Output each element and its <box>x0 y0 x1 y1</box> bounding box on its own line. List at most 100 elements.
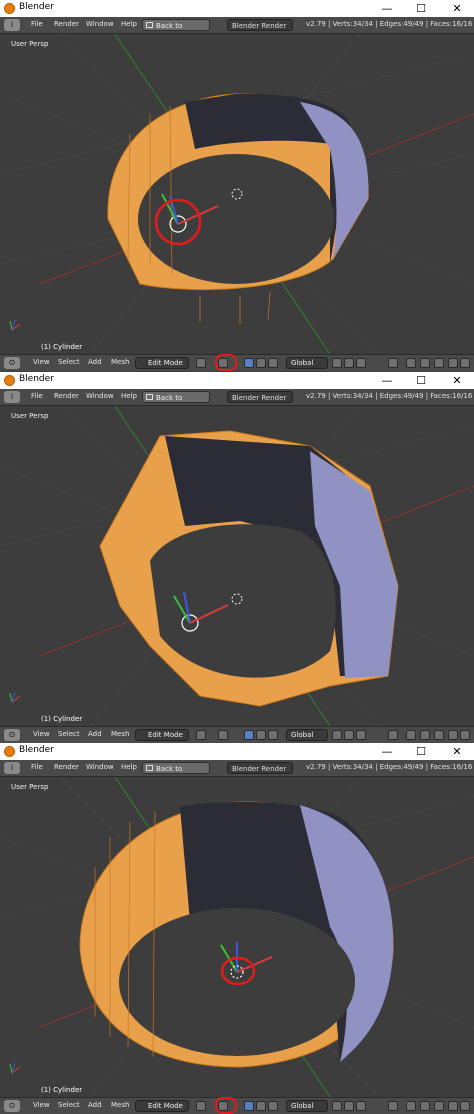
snap-target-select[interactable] <box>434 358 444 368</box>
menu-mesh[interactable]: Mesh <box>111 730 129 738</box>
manipulator-toggle[interactable] <box>244 358 254 368</box>
back-to-previous-button[interactable]: Back to Previous <box>142 19 210 42</box>
mode-select[interactable]: Edit Mode <box>135 357 189 369</box>
menu-view[interactable]: View <box>33 358 50 366</box>
snap-element-select[interactable] <box>420 1101 430 1111</box>
transform-orientation-select[interactable]: Global <box>286 729 328 741</box>
vertex-select-button[interactable] <box>332 730 342 740</box>
close-button[interactable]: ✕ <box>440 372 474 389</box>
menu-mesh[interactable]: Mesh <box>111 1101 129 1109</box>
translate-manipulator-button[interactable] <box>256 1101 266 1111</box>
rotate-manipulator-button[interactable] <box>268 730 278 740</box>
axis-orientation-icon <box>9 319 21 331</box>
mode-select[interactable]: Edit Mode <box>135 1100 189 1112</box>
info-header: i File Render Window Help Back to Previo… <box>0 17 474 42</box>
transform-orientation-select[interactable]: Global <box>286 357 328 369</box>
menu-help[interactable]: Help <box>121 392 137 400</box>
menu-file[interactable]: File <box>31 392 43 400</box>
proportional-edit-button[interactable] <box>388 1101 398 1111</box>
menu-window[interactable]: Window <box>86 392 114 400</box>
maximize-button[interactable]: ☐ <box>404 0 438 17</box>
snap-target-select[interactable] <box>434 1101 444 1111</box>
snap-toggle[interactable] <box>406 730 416 740</box>
menu-add[interactable]: Add <box>88 1101 102 1109</box>
screenshot-panel-3: Blender — ☐ ✕ i File Render Window Help … <box>0 743 474 1114</box>
screen-icon <box>146 394 153 400</box>
render-engine-select[interactable]: Blender Render <box>227 762 293 774</box>
info-editor-icon[interactable]: i <box>4 391 20 403</box>
menu-help[interactable]: Help <box>121 20 137 28</box>
opengl-render-button[interactable] <box>460 1101 470 1111</box>
menu-window[interactable]: Window <box>86 20 114 28</box>
transform-orientation-select[interactable]: Global <box>286 1100 328 1112</box>
snap-element-select[interactable] <box>420 730 430 740</box>
rotate-manipulator-button[interactable] <box>268 1101 278 1111</box>
menu-file[interactable]: File <box>31 763 43 771</box>
shading-select[interactable] <box>196 358 206 368</box>
vertex-select-button[interactable] <box>332 1101 342 1111</box>
back-to-previous-button[interactable]: Back to Previous <box>142 391 210 414</box>
pivot-point-select[interactable] <box>218 730 228 740</box>
shading-select[interactable] <box>196 730 206 740</box>
render-button[interactable] <box>448 358 458 368</box>
info-editor-icon[interactable]: i <box>4 762 20 774</box>
menu-view[interactable]: View <box>33 730 50 738</box>
render-button[interactable] <box>448 730 458 740</box>
shading-select[interactable] <box>196 1101 206 1111</box>
vertex-select-button[interactable] <box>332 358 342 368</box>
proportional-edit-button[interactable] <box>388 358 398 368</box>
menu-select[interactable]: Select <box>58 1101 80 1109</box>
snap-element-select[interactable] <box>420 358 430 368</box>
3d-viewport[interactable]: User Persp (1) Cylinder <box>0 777 474 1097</box>
menu-mesh[interactable]: Mesh <box>111 358 129 366</box>
minimize-button[interactable]: — <box>370 372 404 389</box>
menu-add[interactable]: Add <box>88 358 102 366</box>
translate-manipulator-button[interactable] <box>256 730 266 740</box>
rotate-manipulator-button[interactable] <box>268 358 278 368</box>
edge-select-button[interactable] <box>344 730 354 740</box>
manipulator-toggle[interactable] <box>244 730 254 740</box>
opengl-render-button[interactable] <box>460 730 470 740</box>
mode-select[interactable]: Edit Mode <box>135 729 189 741</box>
3d-viewport[interactable]: User Persp (1) Cylinder <box>0 406 474 726</box>
info-editor-icon[interactable]: i <box>4 19 20 31</box>
back-to-previous-button[interactable]: Back to Previous <box>142 762 210 785</box>
snap-target-select[interactable] <box>434 730 444 740</box>
info-header: i File Render Window Help Back to Previo… <box>0 760 474 785</box>
annotation-pivot-highlight <box>215 354 237 371</box>
close-button[interactable]: ✕ <box>440 743 474 760</box>
close-button[interactable]: ✕ <box>440 0 474 17</box>
3d-view-editor-icon[interactable]: ⊙ <box>4 357 20 369</box>
3d-view-editor-icon[interactable]: ⊙ <box>4 729 20 741</box>
3d-view-editor-icon[interactable]: ⊙ <box>4 1100 20 1112</box>
edge-select-button[interactable] <box>344 358 354 368</box>
snap-toggle[interactable] <box>406 358 416 368</box>
face-select-button[interactable] <box>356 1101 366 1111</box>
menu-help[interactable]: Help <box>121 763 137 771</box>
menu-select[interactable]: Select <box>58 730 80 738</box>
maximize-button[interactable]: ☐ <box>404 372 438 389</box>
edge-select-button[interactable] <box>344 1101 354 1111</box>
menu-render[interactable]: Render <box>54 20 79 28</box>
menu-select[interactable]: Select <box>58 358 80 366</box>
menu-render[interactable]: Render <box>54 763 79 771</box>
render-engine-select[interactable]: Blender Render <box>227 19 293 31</box>
face-select-button[interactable] <box>356 358 366 368</box>
maximize-button[interactable]: ☐ <box>404 743 438 760</box>
translate-manipulator-button[interactable] <box>256 358 266 368</box>
menu-window[interactable]: Window <box>86 763 114 771</box>
render-button[interactable] <box>448 1101 458 1111</box>
minimize-button[interactable]: — <box>370 743 404 760</box>
menu-file[interactable]: File <box>31 20 43 28</box>
face-select-button[interactable] <box>356 730 366 740</box>
3d-viewport[interactable]: User Persp (1) Cylinder <box>0 34 474 354</box>
manipulator-toggle[interactable] <box>244 1101 254 1111</box>
snap-toggle[interactable] <box>406 1101 416 1111</box>
opengl-render-button[interactable] <box>460 358 470 368</box>
menu-add[interactable]: Add <box>88 730 102 738</box>
minimize-button[interactable]: — <box>370 0 404 17</box>
menu-render[interactable]: Render <box>54 392 79 400</box>
proportional-edit-button[interactable] <box>388 730 398 740</box>
render-engine-select[interactable]: Blender Render <box>227 391 293 403</box>
menu-view[interactable]: View <box>33 1101 50 1109</box>
